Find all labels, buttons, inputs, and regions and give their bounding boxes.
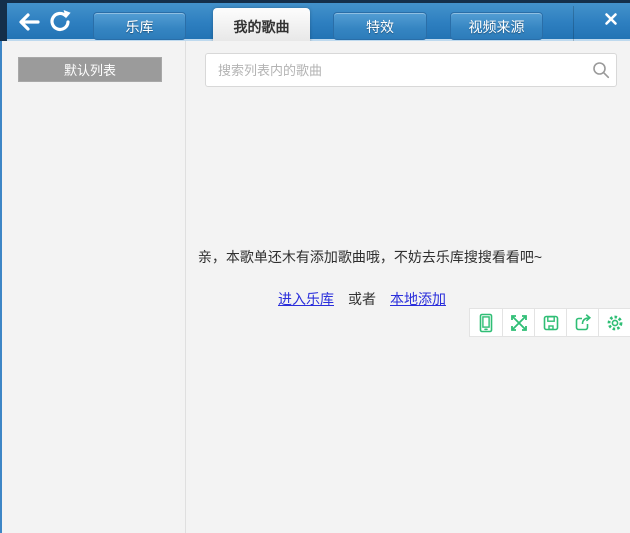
mini-toolbar — [469, 308, 630, 337]
window-corner-shade — [0, 0, 7, 41]
playlist-sidebar: 默认列表 — [2, 41, 186, 533]
settings-button[interactable] — [598, 309, 630, 336]
topbar-separator — [573, 6, 574, 41]
tab-my-songs[interactable]: 我的歌曲 — [213, 8, 310, 44]
back-button[interactable] — [16, 11, 42, 33]
tab-effects[interactable]: 特效 — [333, 12, 427, 40]
tab-library[interactable]: 乐库 — [93, 12, 186, 40]
send-to-device-button[interactable] — [470, 309, 502, 336]
device-icon — [476, 313, 496, 333]
save-button[interactable] — [534, 309, 566, 336]
app-window: 乐库 我的歌曲 特效 视频来源 默认列表 亲，本歌单还木有添加歌曲哦，不妨去乐库… — [0, 0, 630, 533]
fullscreen-button[interactable] — [502, 309, 534, 336]
search-icon[interactable] — [586, 54, 616, 86]
tab-video-source[interactable]: 视频来源 — [450, 12, 543, 40]
main-panel: 亲，本歌单还木有添加歌曲哦，不妨去乐库搜搜看看吧~ 进入乐库或者本地添加 — [187, 41, 630, 533]
save-icon — [541, 313, 561, 333]
empty-state-message: 亲，本歌单还木有添加歌曲哦，不妨去乐库搜搜看看吧~ — [187, 247, 553, 267]
back-arrow-icon — [16, 11, 42, 33]
export-icon — [573, 313, 593, 333]
search-box — [205, 53, 617, 87]
close-icon — [600, 8, 622, 30]
empty-state-actions: 进入乐库或者本地添加 — [187, 289, 537, 309]
search-input[interactable] — [206, 63, 586, 78]
export-button[interactable] — [566, 309, 598, 336]
expand-icon — [509, 313, 529, 333]
add-local-link[interactable]: 本地添加 — [390, 291, 446, 307]
or-text: 或者 — [348, 291, 376, 307]
settings-icon — [605, 313, 625, 333]
refresh-icon — [48, 9, 72, 33]
sidebar-item-default-list[interactable]: 默认列表 — [18, 57, 162, 82]
top-bar: 乐库 我的歌曲 特效 视频来源 — [0, 0, 630, 41]
enter-library-link[interactable]: 进入乐库 — [278, 291, 334, 307]
refresh-button[interactable] — [48, 9, 72, 33]
close-button[interactable] — [598, 7, 624, 31]
